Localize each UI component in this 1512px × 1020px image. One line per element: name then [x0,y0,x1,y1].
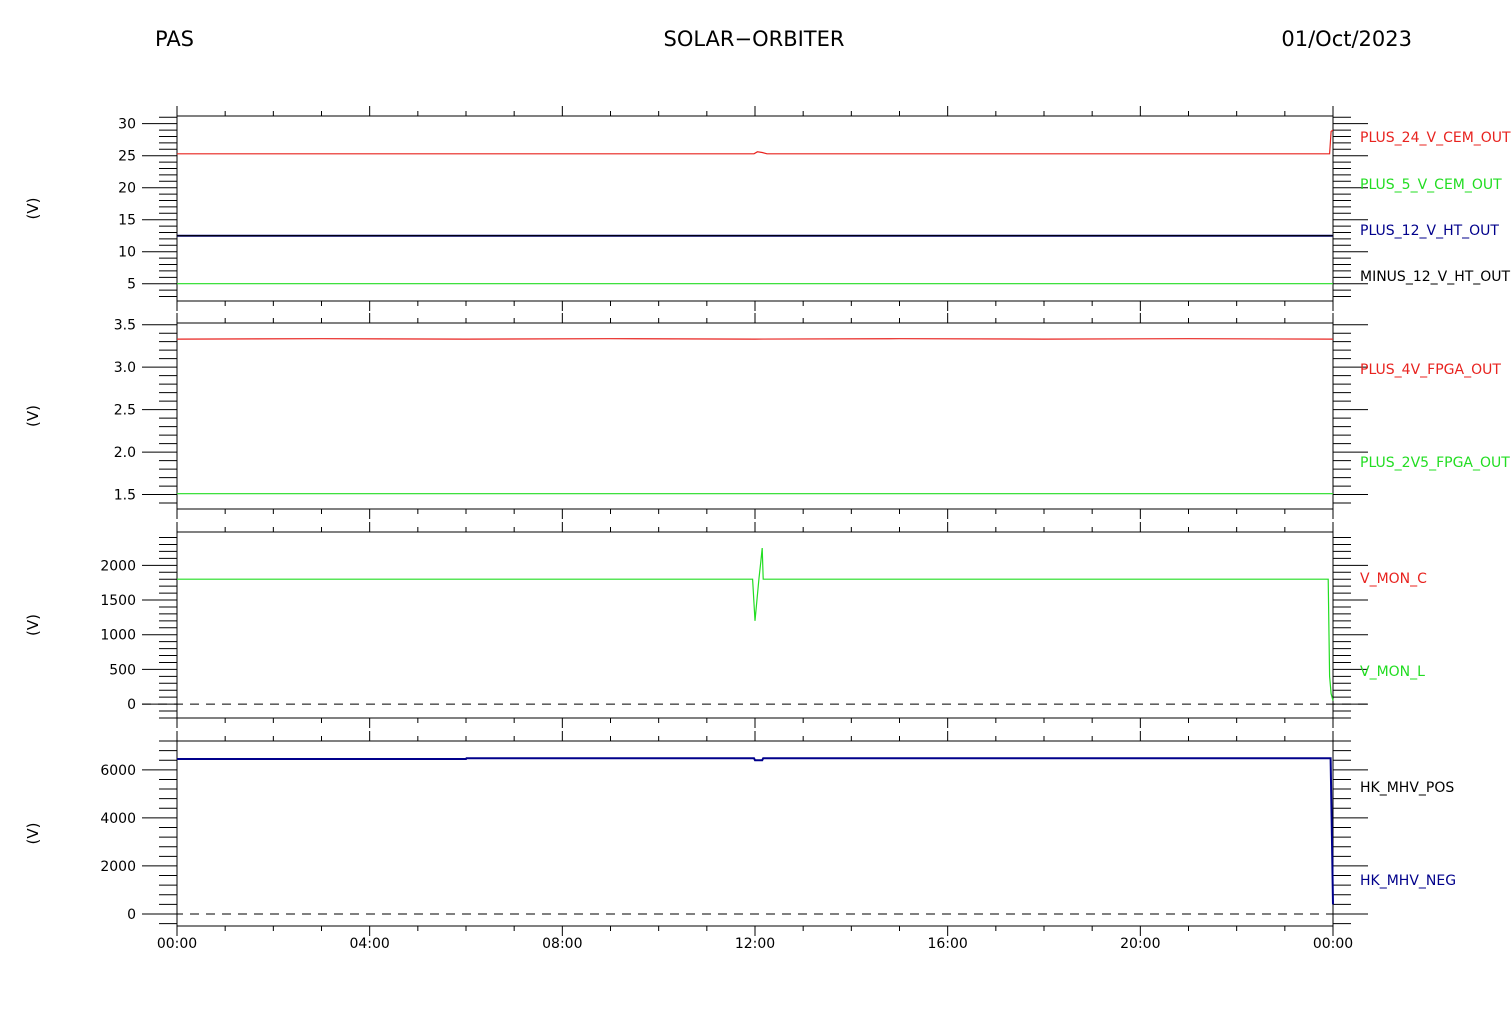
plot-frame [176,115,1334,302]
y-tick-label: 2.0 [114,445,136,461]
y-tick-label: 10 [118,245,136,261]
x-tick-label: 20:00 [1120,936,1160,952]
legend-label: PLUS_4V_FPGA_OUT [1360,362,1501,378]
header-left-label: PAS [155,27,194,51]
y-tick-label: 500 [109,662,136,678]
panel-2: 1.5 2.0 2.5 3.0 3.5 (V) PLUS_4V_FPGA_OUT PLUS_2… [24,313,1510,519]
series-line-plus-24-v-cem-out [177,129,1334,155]
legend-label: PLUS_12_V_HT_OUT [1360,223,1499,239]
y-axis-label: (V) [24,405,42,427]
legend-label: PLUS_5_V_CEM_OUT [1360,177,1502,193]
panels-group: 5 10 15 20 25 30 (V) PLUS_24_V_CEM_OUT PLUS_5_V_… [24,106,1511,952]
plot-frame [176,740,1334,927]
y-tick-label: 15 [118,213,136,229]
legend-label: PLUS_24_V_CEM_OUT [1360,130,1511,146]
legend-label: MINUS_12_V_HT_OUT [1360,269,1511,285]
x-tick-label: 04:00 [349,936,389,952]
y-axis-label: (V) [24,198,42,220]
y-tick-label: 25 [118,149,136,165]
y-tick-label: 0 [127,907,136,923]
y-tick-label: 0 [127,697,136,713]
panel-1: 5 10 15 20 25 30 (V) PLUS_24_V_CEM_OUT PLUS_5_V_… [24,106,1511,311]
y-axis-label: (V) [24,614,42,636]
header-title: SOLAR−ORBITER [663,27,844,51]
y-tick-label: 3.0 [114,360,136,376]
y-tick-label: 5 [127,277,136,293]
plot-frame [176,531,1334,719]
legend-label: V_MON_C [1360,571,1427,587]
y-tick-label: 1000 [100,628,136,644]
y-axis-label: (V) [24,823,42,845]
y-tick-label: 30 [118,117,136,133]
y-tick-label: 20 [118,181,136,197]
x-tick-label: 08:00 [542,936,582,952]
legend-label: HK_MHV_POS [1360,780,1454,796]
series-line-hk-mhv-neg [177,757,1334,905]
y-tick-label: 2000 [100,859,136,875]
series-line-v-mon-l [177,547,1334,701]
chart-canvas: PAS SOLAR−ORBITER 01/Oct/2023 5 10 15 20 25 3… [24,27,1511,952]
y-tick-label: 2.5 [114,403,136,419]
y-tick-label: 1.5 [114,488,136,504]
y-tick-label: 3.5 [114,318,136,334]
legend-label: PLUS_2V5_FPGA_OUT [1360,455,1510,471]
x-tick-label: 00:00 [1313,936,1353,952]
x-tick-label: 16:00 [927,936,967,952]
y-tick-label: 4000 [100,811,136,827]
y-tick-label: 6000 [100,763,136,779]
x-tick-label: 00:00 [157,936,197,952]
panel-4: 0 2000 4000 6000 (V) HK_MHV_POS HK_MHV_NEG [24,731,1456,936]
panel-3: 0 500 1000 1500 2000 (V) V_MON_C V_MON_L [24,522,1427,728]
plot-frame [176,322,1334,510]
x-tick-label: 12:00 [735,936,775,952]
y-tick-label: 1500 [100,593,136,609]
y-tick-label: 2000 [100,558,136,574]
legend-label: V_MON_L [1360,664,1425,680]
header-date: 01/Oct/2023 [1281,27,1412,51]
legend-label: HK_MHV_NEG [1360,873,1456,889]
